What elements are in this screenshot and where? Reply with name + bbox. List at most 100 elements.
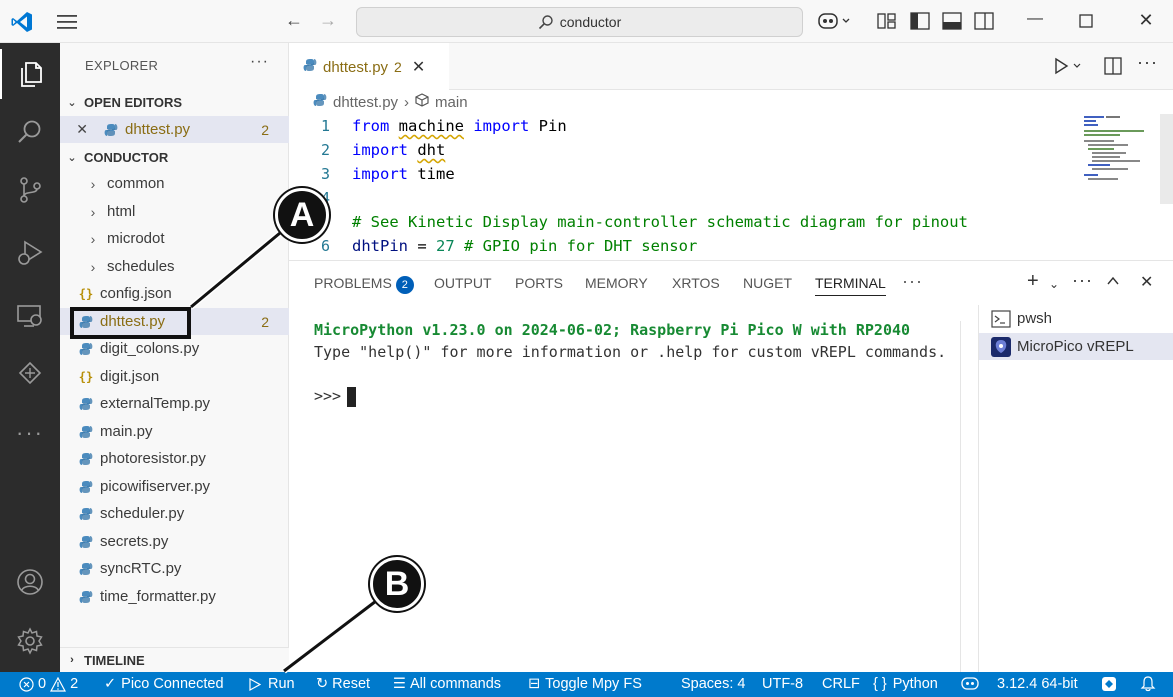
activity-bar: ···: [0, 43, 60, 672]
maximize-icon[interactable]: [1079, 14, 1093, 28]
chevron-down-icon[interactable]: ⌄: [1049, 277, 1059, 291]
terminal-more-icon[interactable]: ···: [1072, 270, 1093, 291]
tab-nuget[interactable]: NUGET: [743, 275, 792, 291]
toggle-mpy-fs-button[interactable]: ⊟ Toggle Mpy FS: [528, 676, 642, 692]
minimize-icon[interactable]: —: [1025, 10, 1045, 28]
editor-more-icon[interactable]: ···: [1137, 52, 1158, 73]
file-item-syncrtc[interactable]: syncRTC.py: [60, 555, 289, 582]
code-editor[interactable]: 1 from machine import Pin 2 import dht 3 im…: [289, 114, 1173, 260]
pico-connected-status[interactable]: ✓ Pico Connected: [104, 676, 224, 692]
settings-icon[interactable]: [0, 616, 60, 666]
command-center-search[interactable]: conductor: [356, 7, 803, 37]
run-button[interactable]: Run: [249, 676, 295, 692]
customize-layout-icon[interactable]: [877, 12, 897, 30]
explorer-sidebar: EXPLORER ··· ⌄ OPEN EDITORS ✕ dhttest.py…: [60, 43, 289, 672]
micropico-icon: [991, 336, 1011, 357]
file-item-externaltemp[interactable]: externalTemp.py: [60, 390, 289, 417]
terminal-item-micropico[interactable]: MicroPico vREPL: [979, 333, 1173, 360]
file-item-photoresistor[interactable]: photoresistor.py: [60, 445, 289, 472]
close-window-icon[interactable]: ✕: [1136, 10, 1156, 31]
terminal-scrollbar[interactable]: [960, 321, 975, 673]
python-file-icon: [75, 507, 97, 521]
panel-more-button[interactable]: ···: [902, 271, 923, 292]
search-icon[interactable]: [0, 107, 60, 157]
close-panel-icon[interactable]: ✕: [1140, 272, 1153, 292]
breadcrumb-symbol[interactable]: main: [435, 94, 468, 111]
conductor-folder-header[interactable]: ⌄ CONDUCTOR: [60, 146, 289, 168]
close-icon[interactable]: ✕: [60, 121, 88, 138]
folder-item-html[interactable]: › html: [60, 198, 289, 225]
file-item-secrets[interactable]: secrets.py: [60, 528, 289, 555]
highlight-box: [70, 307, 191, 339]
menu-icon[interactable]: [56, 12, 78, 32]
file-item-digit-colons[interactable]: digit_colons.py: [60, 335, 289, 362]
run-debug-icon[interactable]: [0, 228, 60, 278]
tab-output[interactable]: OUTPUT: [434, 275, 492, 291]
new-terminal-icon[interactable]: +: [1027, 270, 1039, 293]
toggle-panel-icon[interactable]: [942, 12, 962, 30]
indentation-status[interactable]: Spaces: 4: [681, 676, 746, 692]
terminal-line: MicroPython v1.23.0 on 2024-06-02; Raspb…: [314, 321, 911, 339]
code-line: 2 import dht: [320, 141, 446, 159]
open-editors-header[interactable]: ⌄ OPEN EDITORS: [60, 91, 289, 113]
file-item-config-json[interactable]: {} config.json: [60, 280, 289, 307]
language-mode-status[interactable]: { } Python: [873, 676, 938, 692]
callout-a-badge: A: [275, 188, 329, 242]
source-control-icon[interactable]: [0, 165, 60, 215]
problems-status[interactable]: 0 2: [19, 676, 78, 692]
timeline-header[interactable]: › TIMELINE: [60, 647, 289, 672]
tab-ports[interactable]: PORTS: [515, 275, 563, 291]
minimap[interactable]: [1082, 114, 1160, 184]
file-item-main[interactable]: main.py: [60, 418, 289, 445]
code-line: 1 from machine import Pin: [320, 117, 567, 135]
account-icon[interactable]: [0, 557, 60, 607]
tab-xrtos[interactable]: XRTOS: [672, 275, 720, 291]
sidebar-more-button[interactable]: ···: [250, 53, 269, 71]
chevron-right-icon: ›: [90, 175, 96, 192]
tab-dhttest[interactable]: dhttest.py 2 ✕: [289, 43, 449, 90]
extension-status-icon[interactable]: [1101, 676, 1117, 692]
folder-item-microdot[interactable]: › microdot: [60, 225, 289, 252]
python-interpreter-status[interactable]: 3.12.4 64-bit: [997, 676, 1078, 692]
forward-arrow-icon[interactable]: →: [319, 10, 337, 31]
folder-item-schedules[interactable]: › schedules: [60, 253, 289, 280]
python-file-icon: [75, 342, 97, 356]
explorer-icon[interactable]: [0, 49, 60, 99]
run-python-icon[interactable]: [1054, 57, 1084, 79]
split-editor-icon[interactable]: [1104, 57, 1122, 79]
eol-status[interactable]: CRLF: [822, 676, 860, 692]
tab-memory[interactable]: MEMORY: [585, 275, 648, 291]
remote-explorer-icon[interactable]: [0, 291, 60, 341]
breadcrumb-file[interactable]: dhttest.py: [333, 94, 398, 111]
file-item-digit-json[interactable]: {} digit.json: [60, 363, 289, 390]
open-editor-item[interactable]: ✕ dhttest.py 2: [60, 116, 289, 143]
editor-scrollbar[interactable]: [1160, 114, 1173, 204]
pico-icon[interactable]: [0, 348, 60, 398]
tab-terminal[interactable]: TERMINAL: [815, 275, 886, 296]
chevron-down-icon: ⌄: [67, 151, 77, 164]
file-item-time-formatter[interactable]: time_formatter.py: [60, 583, 289, 610]
toggle-primary-sidebar-icon[interactable]: [910, 12, 930, 30]
chevron-right-icon: ›: [404, 93, 410, 111]
all-commands-button[interactable]: ☰ All commands: [393, 676, 501, 692]
notifications-icon[interactable]: [1140, 676, 1156, 692]
chevron-right-icon: ›: [90, 203, 96, 220]
encoding-status[interactable]: UTF-8: [762, 676, 803, 692]
copilot-icon[interactable]: [818, 11, 852, 34]
file-item-picowifiserver[interactable]: picowifiserver.py: [60, 473, 289, 500]
tab-problems[interactable]: PROBLEMS 2: [314, 275, 414, 294]
terminal-output[interactable]: MicroPython v1.23.0 on 2024-06-02; Raspb…: [314, 319, 946, 407]
chevron-right-icon: ›: [90, 230, 96, 247]
file-item-scheduler[interactable]: scheduler.py: [60, 500, 289, 527]
reset-button[interactable]: ↻ Reset: [316, 676, 370, 692]
toggle-secondary-sidebar-icon[interactable]: [974, 12, 994, 30]
folder-item-common[interactable]: › common: [60, 170, 289, 197]
close-icon[interactable]: ✕: [412, 57, 425, 77]
copilot-status-icon[interactable]: [961, 676, 979, 691]
more-icon[interactable]: ···: [0, 408, 60, 458]
python-file-icon: [75, 480, 97, 494]
maximize-panel-icon[interactable]: [1106, 273, 1120, 293]
json-file-icon: {}: [78, 286, 94, 301]
back-arrow-icon[interactable]: ←: [285, 10, 303, 31]
terminal-item-pwsh[interactable]: pwsh: [979, 305, 1173, 332]
